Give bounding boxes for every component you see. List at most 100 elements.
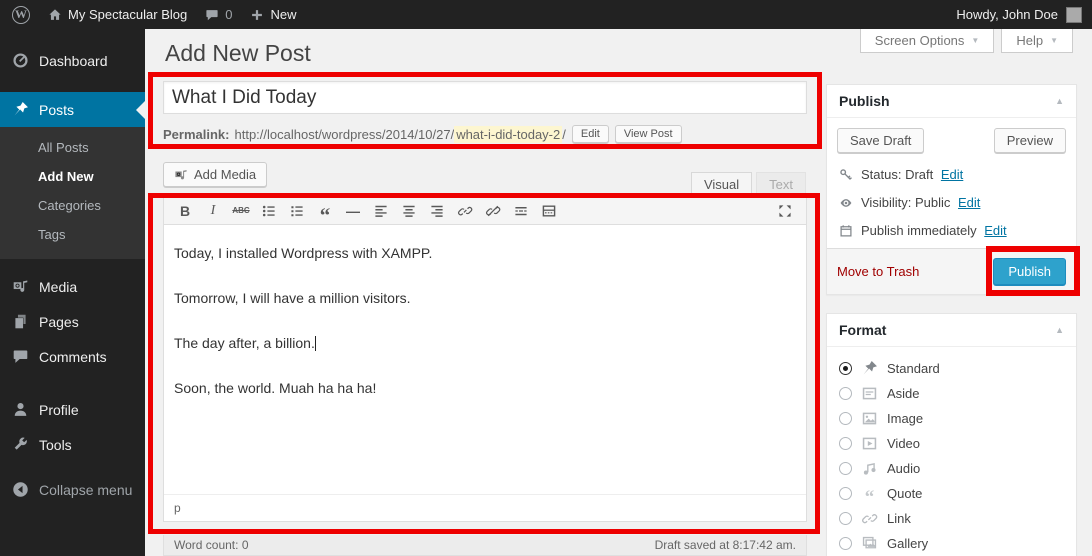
bold-button[interactable]: B	[172, 199, 198, 223]
wordpress-logo-menu[interactable]: W	[0, 0, 39, 29]
sidebar-item-all-posts[interactable]: All Posts	[0, 133, 145, 162]
radio-video[interactable]	[839, 437, 852, 450]
visibility-label: Visibility:	[861, 195, 911, 210]
admin-bar-new[interactable]: New	[241, 0, 305, 29]
admin-bar-comments[interactable]: 0	[196, 0, 241, 29]
howdy-user-link[interactable]: Howdy, John Doe	[956, 7, 1058, 22]
edit-visibility-link[interactable]: Edit	[958, 195, 980, 210]
aside-icon	[861, 385, 878, 402]
edit-permalink-button[interactable]: Edit	[572, 125, 609, 143]
align-left-button[interactable]	[368, 199, 394, 223]
horizontal-rule-button[interactable]: —	[340, 199, 366, 223]
radio-aside[interactable]	[839, 387, 852, 400]
sidebar-item-collapse-menu[interactable]: Collapse menu	[0, 472, 145, 507]
radio-link[interactable]	[839, 512, 852, 525]
align-center-button[interactable]	[396, 199, 422, 223]
content-editor: B I ABC “ — Today, I installed Wordpress…	[163, 196, 807, 522]
editor-paragraph: The day after, a billion.	[174, 335, 796, 351]
radio-image[interactable]	[839, 412, 852, 425]
bullet-list-button[interactable]	[256, 199, 282, 223]
fullscreen-button[interactable]	[772, 199, 798, 223]
format-option-video[interactable]: Video	[839, 431, 1064, 456]
radio-gallery[interactable]	[839, 537, 852, 550]
media-icon	[12, 278, 29, 295]
tools-icon	[12, 436, 29, 453]
schedule-row: Publish immediately Edit	[839, 223, 1066, 238]
numbered-list-icon	[289, 203, 305, 219]
radio-standard[interactable]	[839, 362, 852, 375]
sidebar-item-tags[interactable]: Tags	[0, 220, 145, 249]
radio-audio[interactable]	[839, 462, 852, 475]
wordpress-admin-screen: W My Spectacular Blog 0 New Howdy, John …	[0, 0, 1092, 556]
format-option-audio[interactable]: Audio	[839, 456, 1064, 481]
editor-paragraph: Tomorrow, I will have a million visitors…	[174, 290, 796, 306]
sidebar-item-dashboard[interactable]: Dashboard	[0, 43, 145, 78]
format-options: Standard Aside Image Video Audio	[827, 347, 1076, 556]
add-media-button[interactable]: Add Media	[163, 162, 267, 187]
site-name-link[interactable]: My Spectacular Blog	[39, 0, 196, 29]
post-title-input[interactable]	[163, 81, 807, 114]
eye-icon	[839, 196, 853, 210]
italic-button[interactable]: I	[200, 199, 226, 223]
page-title: Add New Post	[165, 40, 311, 67]
sidebar-label-dashboard: Dashboard	[39, 53, 108, 69]
format-option-aside[interactable]: Aside	[839, 381, 1064, 406]
sidebar-item-pages[interactable]: Pages	[0, 304, 145, 339]
tab-text[interactable]: Text	[756, 172, 806, 196]
preview-button[interactable]: Preview	[994, 128, 1066, 153]
sidebar-item-tools[interactable]: Tools	[0, 427, 145, 462]
format-label: Gallery	[887, 536, 928, 551]
toolbar-toggle-button[interactable]	[536, 199, 562, 223]
format-panel-header[interactable]: Format ▲	[827, 314, 1076, 347]
word-count-value: 0	[242, 538, 249, 552]
move-to-trash-link[interactable]: Move to Trash	[837, 264, 919, 279]
format-option-quote[interactable]: “ Quote	[839, 481, 1064, 506]
insert-link-button[interactable]	[452, 199, 478, 223]
status-row: Status: Draft Edit	[839, 167, 1066, 182]
panel-collapse-icon[interactable]: ▲	[1055, 96, 1064, 106]
comments-bubble-icon	[205, 8, 219, 22]
permalink-label: Permalink:	[163, 127, 229, 142]
screen-options-button[interactable]: Screen Options ▼	[860, 29, 995, 53]
view-post-button[interactable]: View Post	[615, 125, 682, 143]
calendar-icon	[839, 224, 853, 238]
unlink-icon	[485, 203, 501, 219]
pages-icon	[12, 313, 29, 330]
sidebar-label-tools: Tools	[39, 437, 72, 453]
publish-panel: Publish ▲ Save Draft Preview Status: Dra…	[826, 84, 1077, 295]
visibility-value: Public	[915, 195, 950, 210]
sidebar-item-categories[interactable]: Categories	[0, 191, 145, 220]
help-label: Help	[1016, 33, 1043, 48]
help-button[interactable]: Help ▼	[1001, 29, 1073, 53]
format-option-link[interactable]: Link	[839, 506, 1064, 531]
numbered-list-button[interactable]	[284, 199, 310, 223]
format-label: Standard	[887, 361, 940, 376]
strikethrough-button[interactable]: ABC	[228, 199, 254, 223]
edit-status-link[interactable]: Edit	[941, 167, 963, 182]
remove-link-button[interactable]	[480, 199, 506, 223]
align-right-button[interactable]	[424, 199, 450, 223]
panel-collapse-icon[interactable]: ▲	[1055, 325, 1064, 335]
tab-visual[interactable]: Visual	[691, 172, 752, 196]
publish-button[interactable]: Publish	[993, 258, 1066, 285]
schedule-label: Publish immediately	[861, 223, 977, 238]
publish-panel-header[interactable]: Publish ▲	[827, 85, 1076, 118]
save-draft-button[interactable]: Save Draft	[837, 128, 924, 153]
format-option-image[interactable]: Image	[839, 406, 1064, 431]
blockquote-button[interactable]: “	[312, 199, 338, 223]
sidebar-item-posts[interactable]: Posts	[0, 92, 145, 127]
sidebar-item-profile[interactable]: Profile	[0, 392, 145, 427]
sidebar-item-media[interactable]: Media	[0, 269, 145, 304]
sidebar-item-comments[interactable]: Comments	[0, 339, 145, 374]
more-tag-button[interactable]	[508, 199, 534, 223]
user-avatar[interactable]	[1066, 7, 1082, 23]
collapse-menu-icon	[12, 481, 29, 498]
status-text: Status: Draft Edit	[861, 167, 963, 182]
sidebar-item-add-new[interactable]: Add New	[0, 162, 145, 191]
format-option-gallery[interactable]: Gallery	[839, 531, 1064, 556]
radio-quote[interactable]	[839, 487, 852, 500]
format-option-standard[interactable]: Standard	[839, 356, 1064, 381]
editor-content-area[interactable]: Today, I installed Wordpress with XAMPP.…	[164, 225, 806, 494]
edit-schedule-link[interactable]: Edit	[984, 223, 1006, 238]
link-icon	[457, 203, 473, 219]
